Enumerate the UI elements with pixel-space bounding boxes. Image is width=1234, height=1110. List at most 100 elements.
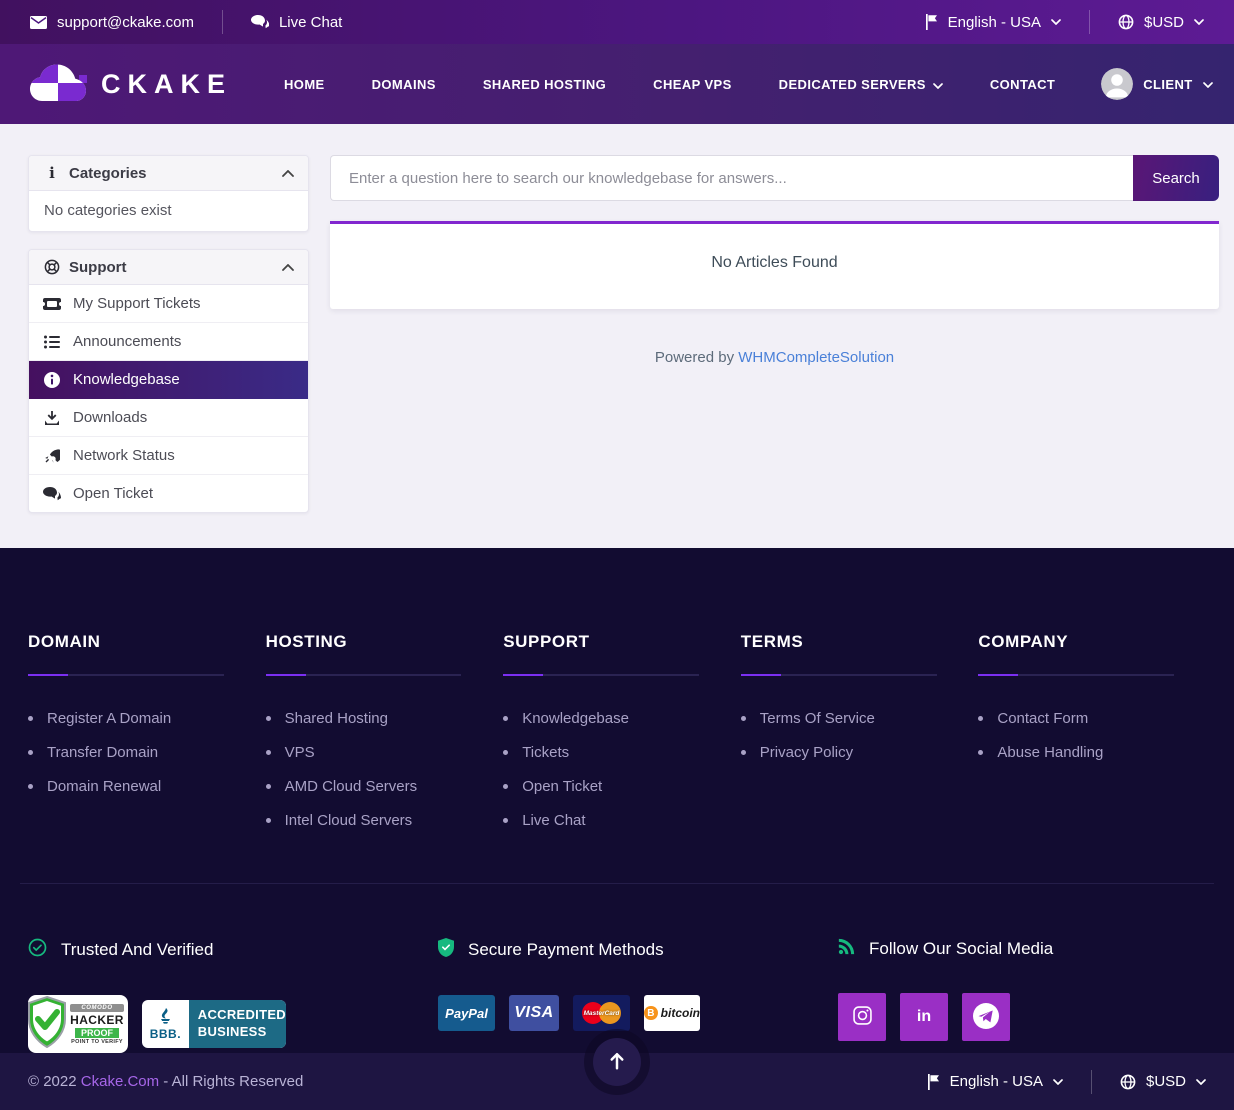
footer-link-abuse-handling[interactable]: Abuse Handling — [978, 735, 1206, 769]
footer-link-contact-form[interactable]: Contact Form — [978, 701, 1206, 735]
chevron-down-icon — [1051, 19, 1061, 25]
rss-icon — [838, 938, 855, 960]
footer-link-list: Terms Of Service Privacy Policy — [741, 701, 969, 769]
footer-link-privacy-policy[interactable]: Privacy Policy — [741, 735, 969, 769]
sidebar-item-label: My Support Tickets — [73, 295, 201, 312]
footer-link-list: Shared Hosting VPS AMD Cloud Servers Int… — [266, 701, 494, 837]
chevron-up-icon — [282, 164, 294, 182]
footer-link-tickets[interactable]: Tickets — [503, 735, 731, 769]
nav-item-contact[interactable]: CONTACT — [990, 77, 1055, 92]
currency-selector[interactable]: $USD — [1118, 14, 1204, 31]
footer-link-amd-cloud-servers[interactable]: AMD Cloud Servers — [266, 769, 494, 803]
point-to-verify-label: POINT TO VERIFY — [70, 1039, 124, 1045]
nav-item-dedicated-servers[interactable]: DEDICATED SERVERS — [779, 77, 943, 92]
nav-item-shared-hosting[interactable]: SHARED HOSTING — [483, 77, 606, 92]
footer-link-register-a-domain[interactable]: Register A Domain — [28, 701, 256, 735]
footer-link-label: Abuse Handling — [997, 744, 1103, 761]
footer-link-live-chat[interactable]: Live Chat — [503, 803, 731, 837]
instagram-button[interactable] — [838, 993, 886, 1041]
footer-link-label: Privacy Policy — [760, 744, 853, 761]
no-articles-card: No Articles Found — [330, 221, 1219, 309]
support-panel-header[interactable]: Support — [29, 250, 308, 285]
logo[interactable]: CKAKE — [30, 61, 232, 108]
social-section: Follow Our Social Media in — [838, 938, 1206, 1053]
shield-icon — [438, 938, 454, 962]
support-email-link[interactable]: support@ckake.com — [30, 14, 194, 31]
payments-section: Secure Payment Methods PayPal VISA Maste… — [438, 938, 838, 1053]
sidebar-item-announcements[interactable]: Announcements — [29, 323, 308, 361]
sidebar-item-network-status[interactable]: Network Status — [29, 437, 308, 475]
payments-title: Secure Payment Methods — [468, 940, 664, 960]
telegram-icon — [971, 1001, 1001, 1034]
footer-link-knowledgebase[interactable]: Knowledgebase — [503, 701, 731, 735]
client-menu[interactable]: CLIENT — [1101, 68, 1212, 100]
bbb-accredited-badge[interactable]: BBB. ACCREDITED BUSINESS — [142, 1000, 286, 1048]
footer-link-label: Shared Hosting — [285, 710, 388, 727]
info-icon: i — [43, 166, 61, 181]
live-chat-link[interactable]: Live Chat — [251, 14, 342, 31]
whmcs-link[interactable]: WHMCompleteSolution — [738, 349, 894, 366]
copyright-brand-link[interactable]: Ckake.Com — [81, 1073, 159, 1090]
envelope-icon — [30, 16, 47, 29]
language-label: English - USA — [950, 1073, 1043, 1090]
nav-item-domains[interactable]: DOMAINS — [372, 77, 436, 92]
footer-link-vps[interactable]: VPS — [266, 735, 494, 769]
scroll-to-top-button[interactable] — [593, 1038, 641, 1086]
telegram-button[interactable] — [962, 993, 1010, 1041]
title-underline — [741, 674, 937, 676]
sidebar-item-knowledgebase[interactable]: Knowledgebase — [29, 361, 308, 399]
sidebar-item-my-support-tickets[interactable]: My Support Tickets — [29, 285, 308, 323]
footer-link-domain-renewal[interactable]: Domain Renewal — [28, 769, 256, 803]
bitcoin-badge: B bitcoin — [644, 995, 700, 1031]
currency-selector-footer[interactable]: $USD — [1120, 1073, 1206, 1090]
footer-link-open-ticket[interactable]: Open Ticket — [503, 769, 731, 803]
main-content-area: i Categories No categories exist Support — [0, 124, 1234, 548]
title-underline — [266, 674, 462, 676]
footer-link-label: Domain Renewal — [47, 778, 161, 795]
footer-column-domain: DOMAIN Register A Domain Transfer Domain… — [28, 632, 256, 837]
sidebar-item-downloads[interactable]: Downloads — [29, 399, 308, 437]
trusted-heading: Trusted And Verified — [28, 938, 438, 962]
topbar-divider — [1089, 10, 1090, 34]
footer-link-terms-of-service[interactable]: Terms Of Service — [741, 701, 969, 735]
comodo-hackerproof-badge[interactable]: COMODO HACKER PROOF POINT TO VERIFY — [28, 995, 128, 1053]
lifering-icon — [43, 259, 61, 275]
copyright: © 2022 Ckake.Com - All Rights Reserved — [28, 1073, 303, 1090]
nav-item-home[interactable]: HOME — [284, 77, 325, 92]
language-label: English - USA — [948, 14, 1041, 31]
categories-panel-title: Categories — [69, 165, 282, 182]
paypal-badge: PayPal — [438, 995, 495, 1031]
footer-link-label: Knowledgebase — [522, 710, 629, 727]
no-articles-message: No Articles Found — [711, 254, 837, 271]
footer-link-label: Live Chat — [522, 812, 585, 829]
footer-link-intel-cloud-servers[interactable]: Intel Cloud Servers — [266, 803, 494, 837]
language-selector-footer[interactable]: English - USA — [926, 1073, 1063, 1090]
sidebar-item-open-ticket[interactable]: Open Ticket — [29, 475, 308, 512]
bullet-icon — [28, 716, 33, 721]
mastercard-label: MasterCard — [584, 1010, 620, 1017]
rocket-icon — [43, 448, 61, 464]
hacker-label: HACKER — [70, 1013, 124, 1027]
footer-link-label: AMD Cloud Servers — [285, 778, 418, 795]
search-button[interactable]: Search — [1133, 155, 1219, 201]
categories-panel-header[interactable]: i Categories — [29, 156, 308, 191]
cloud-logo-icon — [30, 61, 88, 108]
footer-link-transfer-domain[interactable]: Transfer Domain — [28, 735, 256, 769]
ticket-icon — [43, 298, 61, 310]
nav-item-cheap-vps[interactable]: CHEAP VPS — [653, 77, 732, 92]
bullet-icon — [266, 784, 271, 789]
globe-icon — [1118, 14, 1134, 30]
sidebar-item-label: Knowledgebase — [73, 371, 180, 388]
footer-link-label: Transfer Domain — [47, 744, 158, 761]
footer-link-shared-hosting[interactable]: Shared Hosting — [266, 701, 494, 735]
footer-link-label: Register A Domain — [47, 710, 171, 727]
bullet-icon — [978, 716, 983, 721]
language-selector[interactable]: English - USA — [924, 14, 1061, 31]
bbb-accredited-text: ACCREDITED BUSINESS — [189, 1000, 286, 1048]
bullet-icon — [28, 784, 33, 789]
linkedin-button[interactable]: in — [900, 993, 948, 1041]
search-input[interactable] — [330, 155, 1133, 201]
download-icon — [43, 410, 61, 426]
chevron-down-icon — [933, 77, 943, 92]
arrow-up-icon — [609, 1052, 625, 1073]
